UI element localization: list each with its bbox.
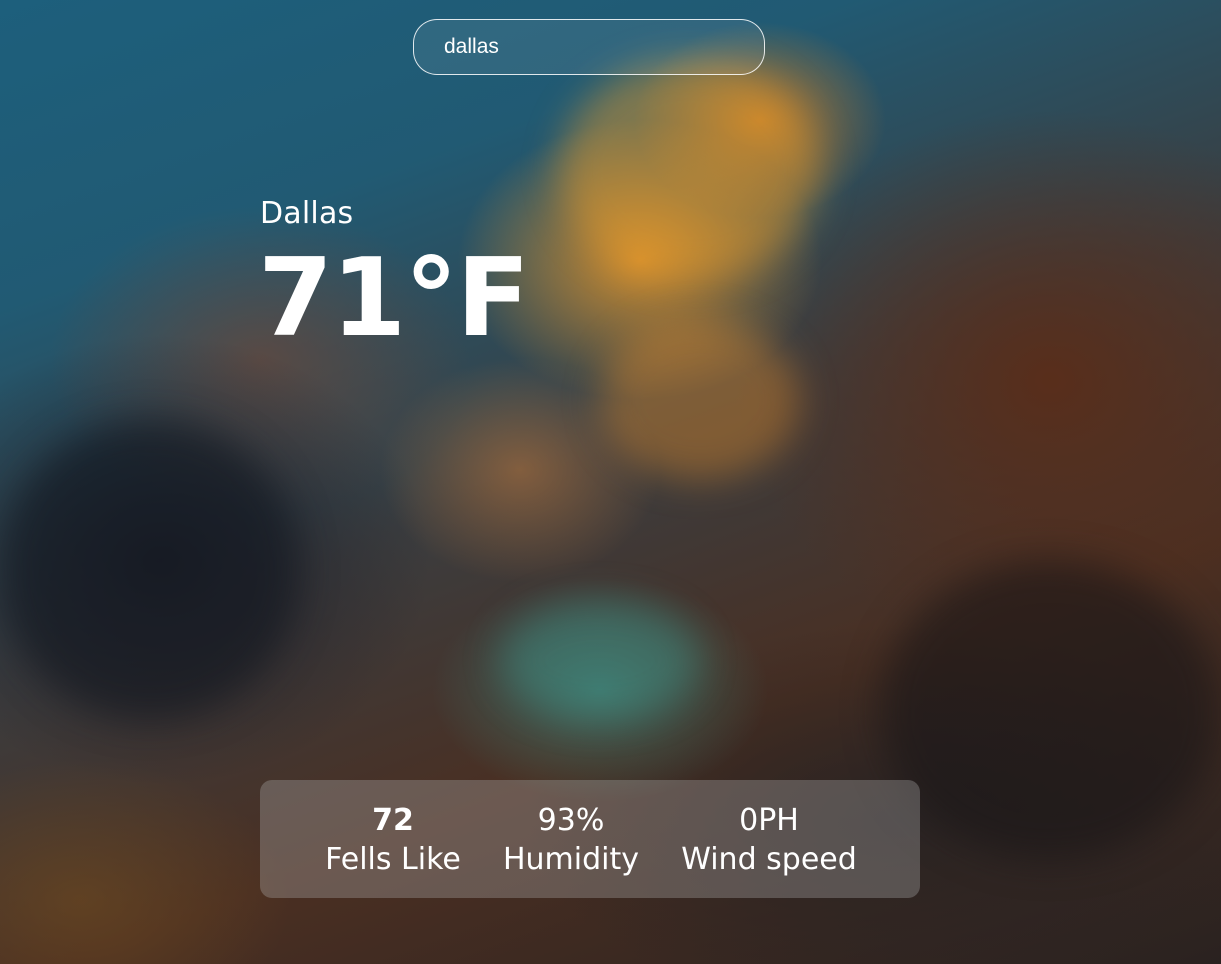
humidity-stat: 93% Humidity bbox=[500, 802, 642, 880]
weather-details-panel: 72 Fells Like 93% Humidity 0PH Wind spee… bbox=[260, 780, 920, 898]
humidity-label: Humidity bbox=[502, 842, 640, 877]
wind-speed-value: 0PH bbox=[739, 803, 799, 838]
search-input[interactable] bbox=[413, 19, 765, 75]
city-name: Dallas bbox=[260, 196, 354, 231]
wind-speed-stat: 0PH Wind speed bbox=[680, 802, 858, 880]
wind-speed-label: Wind speed bbox=[681, 842, 857, 877]
current-temperature: 71°F bbox=[258, 236, 530, 361]
feels-like-label: Fells Like bbox=[325, 842, 461, 877]
search-bar bbox=[413, 19, 765, 75]
feels-like-stat: 72 Fells Like bbox=[320, 802, 466, 880]
humidity-value: 93% bbox=[537, 803, 605, 838]
feels-like-value: 72 bbox=[372, 803, 414, 838]
